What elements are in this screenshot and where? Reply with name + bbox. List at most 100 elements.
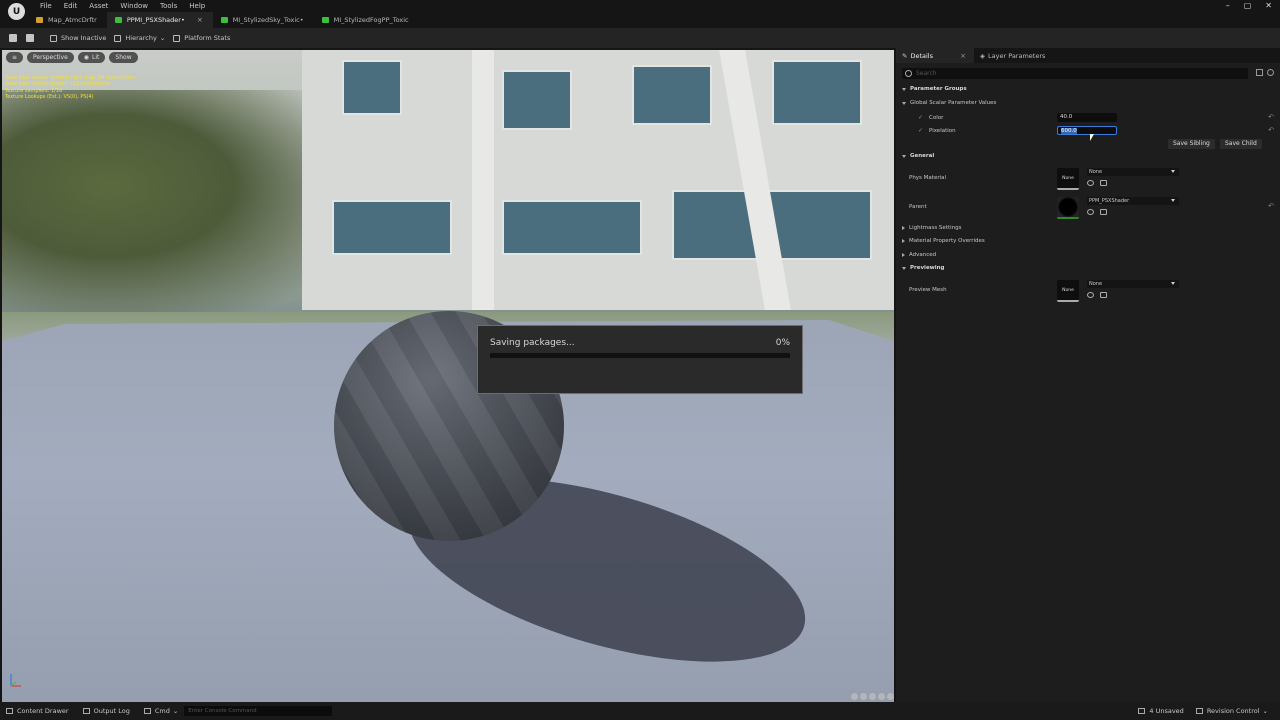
section-advanced[interactable]: Advanced (896, 252, 1280, 258)
hierarchy-button[interactable]: Hierarchy ⌄ (114, 34, 165, 42)
shader-stats: Base pass shader without light map: 84 i… (5, 75, 136, 101)
section-global-scalar[interactable]: Global Scalar Parameter Values (896, 100, 1280, 106)
tab-layer-parameters[interactable]: ◈ Layer Parameters (974, 48, 1053, 63)
main-menu: File Edit Asset Window Tools Help (34, 2, 211, 10)
phys-material-actions (1087, 180, 1107, 186)
tab-map[interactable]: Map_AtmcDrftr (28, 12, 107, 28)
section-previewing[interactable]: Previewing (896, 265, 1280, 271)
browse-icon[interactable] (26, 34, 34, 42)
browse-folder-icon[interactable] (1100, 180, 1107, 186)
section-material-overrides[interactable]: Material Property Overrides (896, 238, 1280, 244)
dialog-percent: 0% (775, 338, 790, 348)
panel-tabs: ✎ Details × ◈ Layer Parameters (896, 48, 1280, 63)
preview-mesh-combo[interactable]: None (1087, 280, 1179, 288)
lit-button[interactable]: ◉ Lit (77, 52, 106, 63)
chevron-down-icon: ⌄ (159, 34, 166, 42)
close-window-icon[interactable]: ✕ (1265, 1, 1272, 10)
use-selected-icon[interactable] (1087, 292, 1094, 298)
reset-arrow-icon[interactable]: ↶ (1268, 113, 1274, 121)
show-button[interactable]: Show (109, 52, 138, 63)
chevron-right-icon (902, 253, 905, 257)
tab-details[interactable]: ✎ Details × (896, 48, 974, 63)
status-bar: Content Drawer Output Log Cmd ⌄ Enter Con… (0, 702, 1280, 720)
show-inactive-button[interactable]: Show Inactive (50, 34, 106, 42)
use-selected-icon[interactable] (1087, 180, 1094, 186)
section-general[interactable]: General (896, 153, 1280, 159)
save-icon[interactable] (9, 34, 17, 42)
toolbar: Show Inactive Hierarchy ⌄ Platform Stats (0, 28, 1280, 48)
pixelation-value-input[interactable]: 600.0 (1057, 126, 1117, 135)
perspective-button[interactable]: Perspective (27, 52, 74, 63)
save-child-button[interactable]: Save Child (1220, 139, 1262, 149)
save-sibling-button[interactable]: Save Sibling (1168, 139, 1215, 149)
section-lightmass[interactable]: Lightmass Settings (896, 225, 1280, 231)
parent-thumbnail[interactable] (1057, 197, 1079, 219)
menu-help[interactable]: Help (183, 2, 211, 10)
hierarchy-icon (114, 34, 122, 42)
map-icon (36, 17, 43, 23)
parent-actions (1087, 209, 1107, 215)
chevron-down-icon (902, 154, 906, 158)
platform-stats-button[interactable]: Platform Stats (173, 34, 230, 42)
param-row-pixelation: ✓ Pixelation 600.0 ↶ (918, 126, 1274, 135)
stats-icon (173, 34, 181, 42)
unreal-logo-icon[interactable]: U (8, 3, 25, 20)
browse-folder-icon[interactable] (1100, 292, 1107, 298)
table-view-icon[interactable] (1256, 69, 1263, 76)
camera-icon[interactable] (851, 693, 858, 700)
dialog-message: Saving packages... (490, 338, 575, 348)
cube-icon[interactable] (878, 693, 885, 700)
override-checkbox-pixelation[interactable]: ✓ (918, 127, 924, 134)
search-input[interactable]: Search (902, 68, 1248, 79)
chevron-down-icon: ⌄ (1262, 707, 1268, 715)
reset-arrow-icon[interactable]: ↶ (1268, 126, 1274, 134)
revision-control-icon (1195, 708, 1203, 714)
revision-control-button[interactable]: Revision Control ⌄ (1195, 707, 1268, 715)
tab-mi-stylizedsky[interactable]: MI_StylizedSky_Toxic• (213, 12, 314, 28)
param-row-color: ✓ Color 40.0 ↶ (918, 113, 1274, 122)
material-instance-icon (220, 17, 228, 23)
parent-combo[interactable]: PPM_PSXShader (1087, 197, 1179, 205)
phys-material-combo[interactable]: None (1087, 168, 1179, 176)
color-value-input[interactable]: 40.0 (1057, 113, 1117, 122)
menu-tools[interactable]: Tools (154, 2, 183, 10)
console-input[interactable]: Enter Console Command (184, 706, 333, 716)
browse-folder-icon[interactable] (1100, 209, 1107, 215)
phys-material-thumbnail[interactable]: None (1057, 168, 1079, 190)
viewport-menu-button[interactable]: ≡ (6, 52, 24, 63)
output-log-button[interactable]: Output Log (82, 707, 130, 715)
plane-icon[interactable] (887, 693, 894, 700)
menu-file[interactable]: File (34, 2, 58, 10)
content-drawer-button[interactable]: Content Drawer (6, 707, 69, 715)
sphere-icon[interactable] (869, 693, 876, 700)
close-tab-icon[interactable]: × (960, 52, 966, 60)
tab-mi-stylizedfog[interactable]: MI_StylizedFogPP_Toxic (314, 12, 419, 28)
viewport-corner-icons (851, 693, 894, 700)
override-checkbox-color[interactable]: ✓ (918, 114, 924, 121)
tab-ppmi-psxshader[interactable]: PPMI_PSXShader• × (106, 12, 213, 28)
menu-window[interactable]: Window (114, 2, 154, 10)
menu-edit[interactable]: Edit (58, 2, 84, 10)
details-icon: ✎ (902, 51, 908, 60)
chevron-down-icon (902, 87, 906, 91)
chevron-right-icon (902, 226, 905, 230)
panel-options (1256, 69, 1274, 76)
preview-mesh-actions (1087, 292, 1107, 298)
maximize-icon[interactable]: ▢ (1244, 1, 1252, 10)
chevron-down-icon: ⌄ (172, 707, 179, 715)
chevron-down-icon (902, 266, 906, 270)
chevron-right-icon (902, 239, 905, 243)
progress-bar (490, 353, 790, 358)
reset-arrow-icon[interactable]: ↶ (1268, 202, 1274, 210)
menu-asset[interactable]: Asset (83, 2, 114, 10)
details-panel: ✎ Details × ◈ Layer Parameters Search Param… (896, 48, 1280, 702)
close-tab-icon[interactable]: × (197, 16, 203, 24)
grid-icon[interactable] (860, 693, 867, 700)
cmd-dropdown[interactable]: Cmd ⌄ (143, 707, 179, 715)
use-selected-icon[interactable] (1087, 209, 1094, 215)
gear-icon[interactable] (1267, 69, 1274, 76)
unsaved-button[interactable]: 4 Unsaved (1138, 707, 1184, 715)
section-parameter-groups[interactable]: Parameter Groups (896, 86, 1280, 92)
preview-mesh-thumbnail[interactable]: None (1057, 280, 1079, 302)
minimize-icon[interactable]: – (1226, 1, 1230, 10)
